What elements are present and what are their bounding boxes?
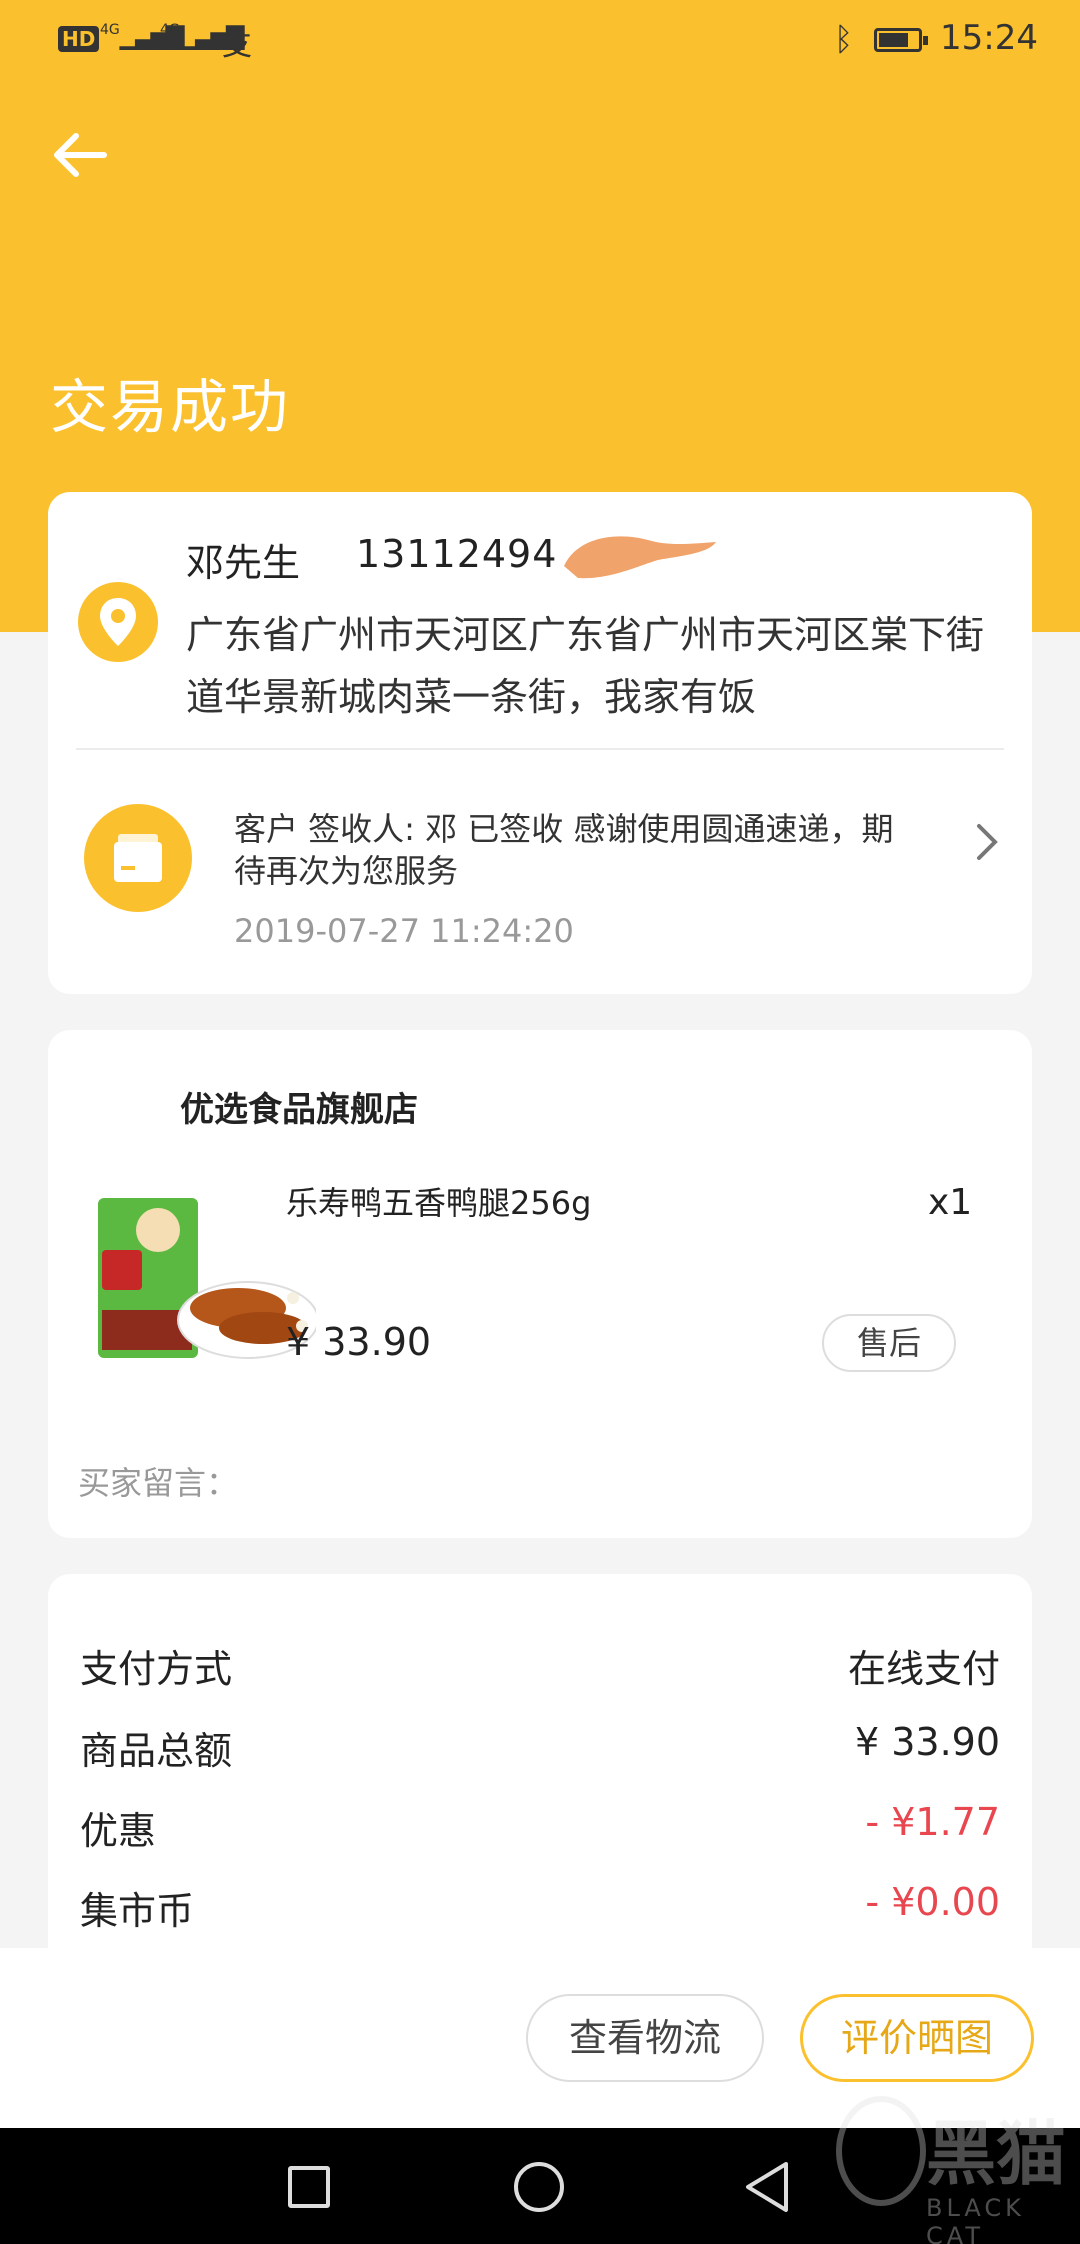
divider (76, 748, 1004, 750)
market-coin-value: - ¥0.00 (865, 1880, 1000, 1924)
shop-name[interactable]: 优选食品旗舰店 (180, 1082, 418, 1131)
recipient-phone: 13112494 (356, 532, 558, 576)
market-coin-label: 集市币 (80, 1889, 195, 1933)
payment-method-label: 支付方式 (80, 1647, 233, 1691)
discount-value: - ¥1.77 (865, 1800, 1000, 1844)
back-button[interactable] (50, 130, 130, 200)
buyer-message-label: 买家留言： (78, 1464, 239, 1502)
battery-fill (879, 33, 908, 47)
payment-method-row: 支付方式 在线支付 (80, 1638, 1000, 1698)
payment-method-value: 在线支付 (847, 1647, 1000, 1691)
watermark-logo: 黑猫 BLACK CAT (826, 2078, 1080, 2244)
discount-row: 优惠 - ¥1.77 (80, 1800, 1000, 1860)
network-label-2: 4G (160, 22, 180, 38)
watermark-text: 黑猫 (926, 2113, 1066, 2195)
hd-badge: HD (58, 26, 100, 52)
clock: 15:24 (940, 18, 1038, 58)
view-logistics-button[interactable]: 查看物流 (526, 1994, 764, 2082)
product-price: ¥ 33.90 (286, 1320, 432, 1364)
recent-apps-icon[interactable] (288, 2166, 330, 2208)
logistics-status[interactable]: 客户 签收人: 邓 已签收 感谢使用圆通速递，期待再次为您服务 (234, 808, 894, 892)
chevron-right-icon[interactable] (974, 822, 1000, 873)
network-label-1: 4G (100, 22, 120, 38)
watermark-subtext: BLACK CAT (926, 2194, 1025, 2244)
market-coin-row: 集市币 - ¥0.00 (80, 1880, 1000, 1940)
cat-logo-icon (836, 2096, 926, 2206)
nav-back-icon[interactable] (742, 2160, 792, 2214)
battery-icon (874, 28, 928, 52)
address-text: 广东省广州市天河区广东省广州市天河区棠下街道华景新城肉菜一条街，我家有饭 (186, 613, 985, 719)
arrow-left-icon (54, 133, 107, 177)
logistics-time: 2019-07-27 11:24:20 (234, 912, 574, 950)
location-pin-icon (78, 582, 158, 662)
alipay-icon: 支 (222, 28, 252, 63)
payment-card: 支付方式 在线支付 商品总额 ¥ 33.90 优惠 - ¥1.77 集市币 - … (48, 1574, 1032, 1994)
goods-total-value: ¥ 33.90 (854, 1720, 1000, 1764)
recipient-name: 邓先生 (186, 541, 301, 585)
page-title: 交易成功 (50, 373, 291, 441)
goods-total-label: 商品总额 (80, 1729, 233, 1773)
bluetooth-icon: ᛒ (834, 20, 854, 58)
package-box-icon (84, 804, 192, 912)
discount-label: 优惠 (80, 1809, 157, 1853)
product-quantity: x1 (928, 1182, 973, 1223)
status-bar: HD 4G▁▃▅▇ 4G▁▃▅▇ 支 ᛒ 15:24 (0, 0, 1080, 80)
product-title[interactable]: 乐寿鸭五香鸭腿256g (286, 1178, 591, 1224)
address-card: 邓先生 13112494 广东省广州市天河区广东省广州市天河区棠下街道华景新城肉… (48, 492, 1032, 994)
goods-total-row: 商品总额 ¥ 33.90 (80, 1720, 1000, 1780)
home-icon[interactable] (514, 2162, 564, 2212)
aftersale-button[interactable]: 售后 (822, 1314, 956, 1372)
redaction-scribble (564, 536, 716, 579)
order-item-card: 优选食品旗舰店 乐寿鸭五香鸭腿256g x1 ¥ 33.90 售后 买家留言： (48, 1030, 1032, 1538)
product-image[interactable] (88, 1190, 319, 1378)
review-button[interactable]: 评价晒图 (800, 1994, 1034, 2082)
